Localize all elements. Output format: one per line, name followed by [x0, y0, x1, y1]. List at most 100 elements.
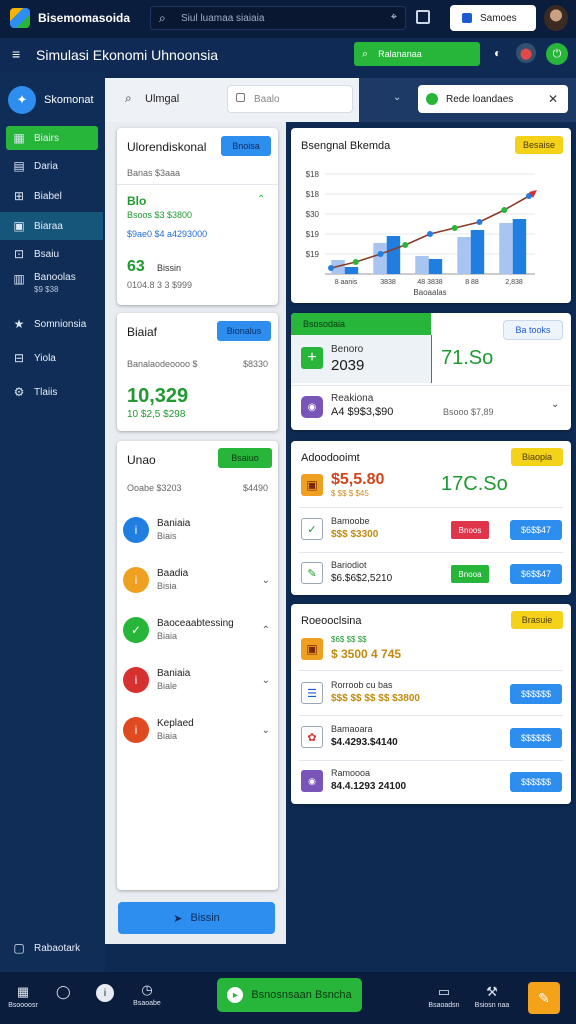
chevron-down-icon[interactable]: ⌄	[551, 399, 559, 410]
box-icon: ▣	[13, 219, 25, 233]
stats-card-button[interactable]: Ba tooks	[503, 320, 563, 340]
chart-card-button[interactable]: Besaise	[515, 136, 563, 154]
app-logo-icon	[10, 8, 30, 28]
sidebar-item-5[interactable]: ⊡ Bsaiu	[6, 242, 98, 266]
grid-icon[interactable]	[416, 10, 430, 24]
list-item-sub: Biais	[157, 531, 177, 541]
stat-row-right: Bsooo $7,89	[443, 407, 494, 417]
grid-icon: ▦	[16, 984, 30, 999]
info-icon: i	[123, 667, 149, 693]
chevron-down-icon[interactable]: ⌄	[262, 725, 270, 736]
info-icon[interactable]: i	[96, 984, 114, 1002]
bar	[344, 267, 359, 274]
list-item-label: Baoceaabtessing	[157, 618, 234, 629]
avatar[interactable]	[544, 5, 568, 31]
primary-bottom-button[interactable]: ▸ Bsnosnsaan Bsncha	[217, 978, 362, 1012]
recap-row-button[interactable]: $$$$$$	[510, 728, 562, 748]
primary-button[interactable]: ➤ Bissin	[118, 902, 275, 934]
x-tick-label: 8 88	[465, 279, 479, 286]
recap-card-button[interactable]: Brasuie	[511, 611, 563, 629]
activity-row-status[interactable]: Bnoos	[451, 521, 489, 539]
value-card-button[interactable]: Bionalus	[217, 321, 271, 341]
chevron-up-icon[interactable]: ⌃	[257, 194, 265, 205]
sidebar-item-7[interactable]: ★ Somnionsia	[6, 312, 98, 336]
action-button[interactable]: ⌕ Ralananaa	[354, 42, 480, 66]
bottom-item-label: Bsoooosr	[8, 1002, 38, 1009]
bottom-item-clock[interactable]: ◷ Bsaoabe	[130, 982, 164, 1007]
power-icon[interactable]: ⏻	[546, 43, 568, 65]
bottom-item-tools[interactable]: ⚒ Bsiosn naa	[470, 984, 514, 1009]
sidebar-item-6[interactable]: ▥ Banoolas $9 $38	[6, 272, 98, 304]
sidebar-item-1[interactable]: ▦ Biairs	[6, 126, 98, 150]
y-tick-label: $18	[306, 170, 320, 179]
activity-card-button[interactable]: Biaopia	[511, 448, 563, 466]
activity-row-status[interactable]: Bnooa	[451, 565, 489, 583]
value-card: Biaiaf Bionalus Banalaodeoooo $ $8330 10…	[117, 313, 278, 431]
filter-tag[interactable]: Rede loandaes ✕	[418, 85, 568, 113]
list-item[interactable]: i Baadia Bisia ⌄	[117, 556, 280, 604]
sidebar-item-label: Bsaiu	[34, 248, 60, 260]
stat-big-value: 71.So	[441, 347, 494, 369]
chevron-down-icon[interactable]: ⌄	[262, 575, 270, 586]
sidebar-item-3[interactable]: ⊞ Biabel	[6, 184, 98, 208]
voice-icon[interactable]: ⌖	[391, 11, 397, 24]
value-card-value-sub: 10 $2,5 $298	[127, 409, 186, 420]
sidebar-footer[interactable]: ▢ Rabaotark	[6, 936, 98, 960]
stats-tab[interactable]: Bsosodaia	[291, 313, 431, 335]
recap-row-button[interactable]: $$$$$$	[510, 684, 562, 704]
x-tick-label: 3838	[380, 279, 396, 286]
close-icon[interactable]: ✕	[548, 92, 558, 106]
bottom-item-screen[interactable]: ▭ Bsaoadsn	[424, 984, 464, 1009]
filter-select[interactable]: Baalo	[227, 85, 353, 113]
filter-search-value[interactable]: Ulmgal	[145, 93, 179, 105]
chat-icon[interactable]: ◯	[56, 984, 71, 1000]
y-tick-label: $19	[306, 250, 320, 259]
alert-icon[interactable]: ⬤	[516, 43, 536, 63]
list-item[interactable]: ✓ Baoceaabtessing Biaia ⌃	[117, 606, 280, 654]
divider	[117, 184, 278, 185]
summary-group-line: $9ae0 $4 a4293000	[127, 229, 208, 239]
summary-card-title: Ulorendiskonal	[127, 140, 207, 154]
chevron-down-icon[interactable]: ⌄	[262, 675, 270, 686]
account-button[interactable]: Samoes	[450, 5, 536, 31]
summary-card-button[interactable]: Bnoisa	[221, 136, 271, 156]
primary-bottom-button-label: Bsnosnsaan Bsncha	[251, 989, 352, 1001]
bar	[428, 259, 443, 274]
recap-row-button[interactable]: $$$$$$	[510, 772, 562, 792]
list-item-label: Baniaia	[157, 518, 191, 529]
grid-icon: ▦	[13, 131, 25, 145]
bottom-bar: ▦ Bsoooosr ◯ i ◷ Bsaoabe ▸ Bsnosnsaan Bs…	[0, 972, 576, 1024]
calendar-icon	[236, 93, 245, 102]
plus-icon[interactable]: +	[301, 347, 323, 369]
summary-value: 63	[127, 258, 145, 275]
sidebar-item-2[interactable]: ▤ Daria	[6, 154, 98, 178]
home-icon[interactable]: ✦	[8, 86, 36, 114]
edit-icon[interactable]: ✎	[528, 982, 560, 1014]
account-icon	[462, 13, 472, 23]
activity-hero-sub: $ $$ $ $45	[331, 489, 369, 498]
notification-icon[interactable]: ◐	[494, 46, 501, 60]
list-item-label: Keplaed	[157, 718, 194, 729]
menu-icon[interactable]: ≡	[12, 46, 20, 62]
list-item[interactable]: i Baniaia Biais	[117, 506, 280, 554]
summary-value-label: Bissin	[157, 263, 182, 273]
action-button-label: Ralananaa	[378, 49, 422, 59]
list-card-button[interactable]: Bsaiuo	[218, 448, 272, 468]
filter-select-placeholder: Baalo	[254, 94, 280, 105]
list-item[interactable]: i Baniaia Biale ⌄	[117, 656, 280, 704]
sidebar-item-4[interactable]: ▣ Biaraa	[0, 212, 103, 240]
y-tick-label: $30	[306, 210, 320, 219]
search-input[interactable]: ⌕ Siul luamaa siaiaia ⌖	[150, 6, 406, 30]
summary-group-line: Bsoos $3 $3800	[127, 210, 193, 220]
list-item[interactable]: i Keplaed Biaia ⌄	[117, 706, 280, 754]
top-bar: Bisemomasoida ⌕ Siul luamaa siaiaia ⌖ Sa…	[0, 0, 576, 38]
chart-icon: ▤	[13, 159, 25, 173]
activity-row-button[interactable]: $6$$47	[510, 520, 562, 540]
sidebar-item-8[interactable]: ⊟ Yiola	[6, 346, 98, 370]
bottom-item-home[interactable]: ▦ Bsoooosr	[6, 984, 40, 1009]
chevron-up-icon[interactable]: ⌃	[262, 625, 270, 636]
sidebar-item-9[interactable]: ⚙ Tlaiis	[6, 380, 98, 404]
chevron-down-icon[interactable]: ⌄	[393, 92, 401, 103]
filter-strip: ⌕ Ulmgal Baalo	[105, 78, 359, 122]
activity-row-button[interactable]: $6$$47	[510, 564, 562, 584]
